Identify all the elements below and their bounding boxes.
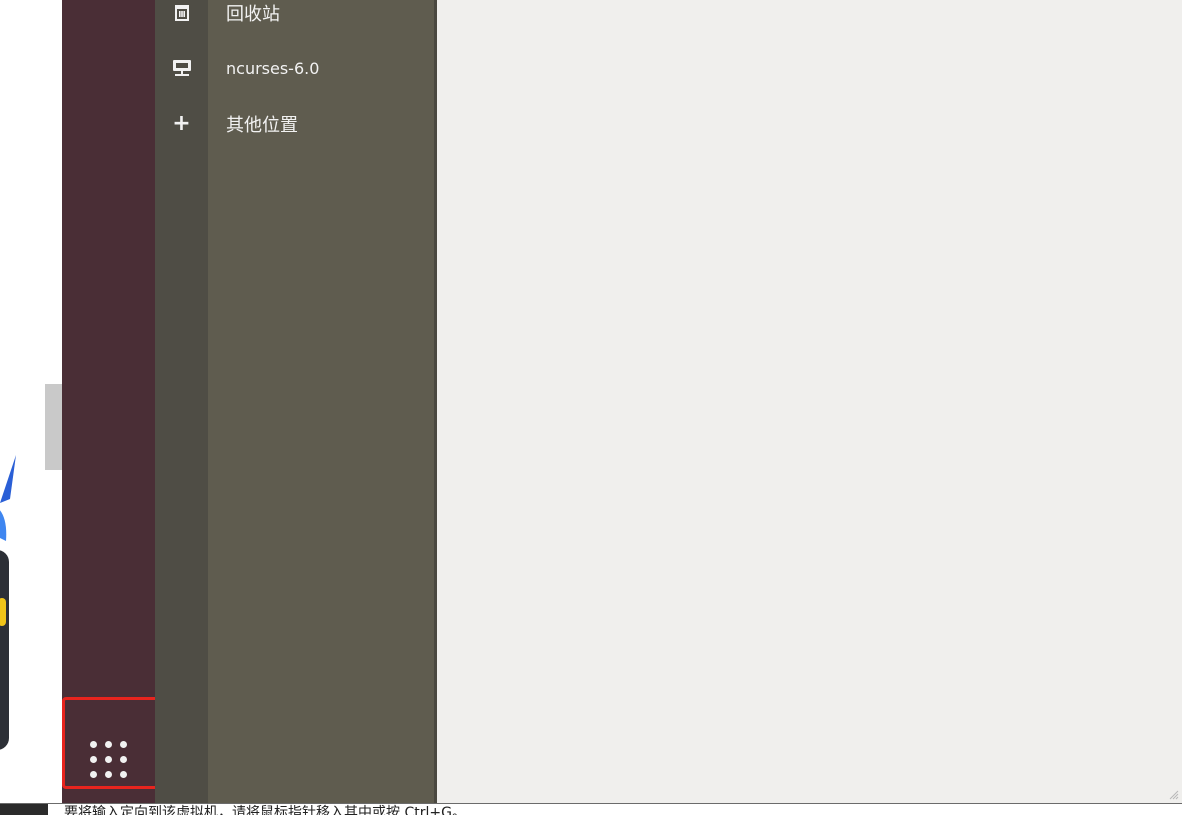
network-drive-icon [155,58,208,78]
status-bar-left-block [0,804,48,815]
vm-status-bar: 要将输入定向到该虚拟机，请将鼠标指针移入其中或按 Ctrl+G。 [0,803,1182,815]
sidebar-item-trash[interactable]: 回收站 [155,0,434,33]
host-dock-indicator [0,598,6,626]
host-app-logo-icon [0,455,16,541]
ubuntu-launcher [62,0,155,803]
vm-input-hint-text: 要将输入定向到该虚拟机，请将鼠标指针移入其中或按 Ctrl+G。 [64,805,466,815]
resize-grip-icon[interactable] [1168,777,1180,801]
file-view-area[interactable] [437,0,1182,803]
sidebar-item-other-locations[interactable]: + 其他位置 [155,104,434,144]
trash-icon [155,4,208,22]
host-dock-app-icon[interactable] [0,550,9,750]
screen: 回收站 ncurses-6.0 + 其他位置 要将输入定向到该虚拟机，请将鼠标指… [0,0,1182,815]
sidebar-item-label: 其他位置 [226,115,298,136]
sidebar-item-label: 回收站 [226,4,280,25]
host-desktop-strip [0,0,62,803]
sidebar-item-ncurses[interactable]: ncurses-6.0 [155,48,434,88]
plus-icon: + [172,111,191,136]
sidebar-item-label: ncurses-6.0 [226,58,320,78]
host-scrollbar-thumb[interactable] [45,384,62,470]
